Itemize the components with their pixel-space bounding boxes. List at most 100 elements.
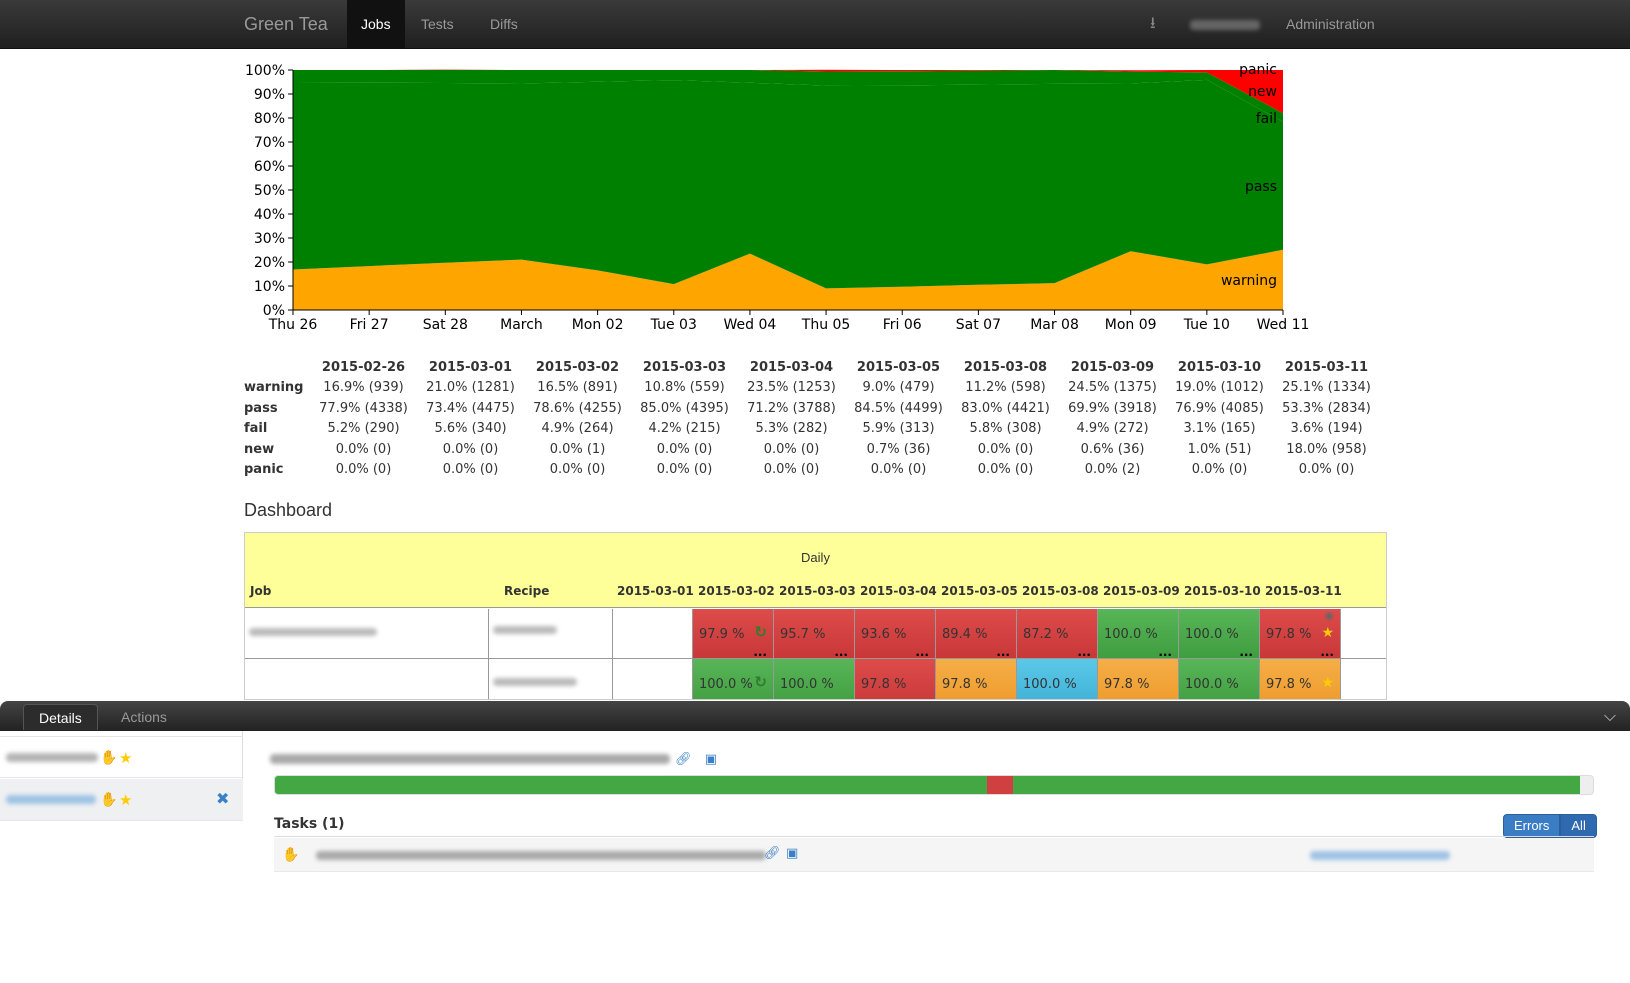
recipe-cell[interactable] [489, 659, 613, 699]
result-cell[interactable]: 100.0 %... [774, 659, 855, 699]
result-cell[interactable]: 97.8 %... ★ [1260, 659, 1341, 699]
thumbs-down-icon: ✋ [100, 750, 118, 766]
more-icon[interactable]: ... [753, 646, 767, 658]
more-icon[interactable]: ... [753, 696, 767, 699]
stats-cell: 0.6% (36) [1080, 441, 1145, 457]
chevron-down-icon[interactable]: ⌵ [1604, 706, 1616, 726]
stats-date-header: 2015-03-11 [1284, 359, 1369, 375]
stats-cell: 16.5% (891) [537, 380, 618, 396]
result-cell[interactable]: 97.8 %... [855, 659, 936, 699]
date-column-header: 2015-03-05 [941, 584, 1018, 598]
more-icon[interactable]: ... [1158, 646, 1172, 658]
date-column-header: 2015-03-08 [1022, 584, 1099, 598]
result-cell[interactable]: 100.0 %... [1179, 609, 1260, 658]
more-icon[interactable]: ... [834, 696, 848, 699]
dashboard-table: Daily Job Recipe 2015-03-01 2015-03-02 201… [244, 532, 1387, 700]
more-icon[interactable]: ... [996, 696, 1010, 699]
result-cell[interactable]: 100.0 %... [1179, 659, 1260, 699]
y-tick-label: 60% [254, 159, 285, 175]
star-icon[interactable]: ★ [119, 749, 132, 767]
result-value: 95.7 % [780, 627, 826, 642]
errors-button[interactable]: Errors [1503, 814, 1561, 838]
stats-cell: 11.2% (598) [965, 380, 1046, 396]
result-cell[interactable]: 97.8 %... [936, 659, 1017, 699]
administration-link[interactable]: Administration [1286, 0, 1375, 48]
tab-diffs[interactable]: Diffs [476, 0, 532, 48]
dashboard-header: Daily Job Recipe 2015-03-01 2015-03-02 201… [245, 533, 1386, 608]
progress-segment [1013, 776, 1580, 794]
stats-cell: 0.0% (0) [763, 462, 820, 478]
star-icon[interactable]: ★ [119, 791, 132, 809]
briefcase-icon[interactable]: ▣ [786, 846, 798, 861]
username[interactable] [1190, 0, 1260, 48]
more-icon[interactable]: ... [1158, 696, 1172, 699]
stats-header-row: 2015-02-26 2015-03-01 2015-03-02 2015-03-03… [244, 357, 1384, 378]
tab-jobs[interactable]: Jobs [347, 0, 405, 48]
list-item[interactable]: ✋ ★ [0, 736, 243, 778]
more-icon[interactable]: ... [1239, 696, 1253, 699]
job-cell[interactable] [245, 659, 489, 699]
result-cell[interactable]: 97.8 %... [1098, 659, 1179, 699]
result-value: 100.0 % [1185, 627, 1239, 642]
result-cell[interactable]: 95.7 %... [774, 609, 855, 658]
result-cell[interactable]: 97.9 %... ↻ [693, 609, 774, 658]
job-cell[interactable] [245, 609, 489, 658]
tab-tests[interactable]: Tests [407, 0, 468, 48]
link-icon[interactable]: 🔗︎ [675, 752, 692, 767]
stats-cell: 3.6% (194) [1290, 421, 1363, 437]
more-icon[interactable]: ... [1077, 646, 1091, 658]
result-cell[interactable]: 100.0 %... [1098, 609, 1179, 658]
brand[interactable]: Green Tea [244, 14, 328, 35]
more-icon[interactable]: ... [996, 646, 1010, 658]
table-row: 100.0 %...↻100.0 %...97.8 %...97.8 %...1… [245, 659, 1386, 699]
x-tick-label: Thu 05 [801, 317, 851, 333]
stats-cell: 0.0% (0) [977, 462, 1034, 478]
refresh-icon[interactable]: ↻ [754, 623, 767, 641]
stats-cell: 5.6% (340) [434, 421, 507, 437]
result-cell[interactable]: 100.0 %... ↻ [693, 659, 774, 699]
stats-cell: 4.9% (272) [1076, 421, 1149, 437]
stats-cell: 21.0% (1281) [426, 380, 515, 396]
more-icon[interactable]: ... [1320, 696, 1334, 699]
eye-icon[interactable]: ◉ [1324, 609, 1334, 622]
stats-row-label: new [244, 441, 275, 457]
more-icon[interactable]: ... [834, 646, 848, 658]
more-icon[interactable]: ... [915, 646, 929, 658]
y-tick-label: 20% [254, 255, 285, 271]
series-label-panic: panic [1239, 62, 1277, 78]
date-column-header: 2015-03-09 [1103, 584, 1180, 598]
result-value: 89.4 % [942, 627, 988, 642]
y-tick-label: 70% [254, 135, 285, 151]
job-progress-bar [274, 775, 1594, 795]
all-button[interactable]: All [1560, 814, 1597, 838]
tab-details[interactable]: Details [23, 704, 98, 730]
result-cell[interactable]: 89.4 %... [936, 609, 1017, 658]
result-cell[interactable]: 87.2 %... [1017, 609, 1098, 658]
stats-cell: 0.0% (0) [442, 441, 499, 457]
stats-date-header: 2015-03-04 [749, 359, 834, 375]
result-cell[interactable]: 100.0 %... [1017, 659, 1098, 699]
more-icon[interactable]: ... [1239, 646, 1253, 658]
list-item-selected[interactable]: ✋ ★ ✖ [0, 779, 243, 821]
stats-cell: 5.2% (290) [327, 421, 400, 437]
logout-icon[interactable]: ⭳ [1150, 0, 1156, 48]
close-icon[interactable]: ✖ [216, 789, 229, 808]
more-icon[interactable]: ... [915, 696, 929, 699]
link-icon[interactable]: 🔗︎ [764, 846, 781, 861]
stats-row-label: panic [244, 462, 284, 478]
y-tick-label: 80% [254, 111, 285, 127]
briefcase-icon[interactable]: ▣ [705, 752, 717, 767]
star-icon[interactable]: ★ [1321, 625, 1334, 641]
star-icon[interactable]: ★ [1321, 675, 1334, 691]
stats-date-header: 2015-03-08 [963, 359, 1048, 375]
tab-actions[interactable]: Actions [106, 704, 182, 730]
date-column-header: 2015-03-02 [698, 584, 775, 598]
refresh-icon[interactable]: ↻ [754, 673, 767, 691]
task-row[interactable]: ✋ 🔗︎ ▣ [274, 838, 1594, 872]
more-icon[interactable]: ... [1077, 696, 1091, 699]
result-cell[interactable]: 97.8 %... ★ ◉ [1260, 609, 1341, 658]
result-cell[interactable]: 93.6 %... [855, 609, 936, 658]
stats-row-warning: warning 16.9% (939) 21.0% (1281) 16.5% (891… [244, 378, 1384, 399]
recipe-cell[interactable] [489, 609, 613, 658]
more-icon[interactable]: ... [1320, 646, 1334, 658]
